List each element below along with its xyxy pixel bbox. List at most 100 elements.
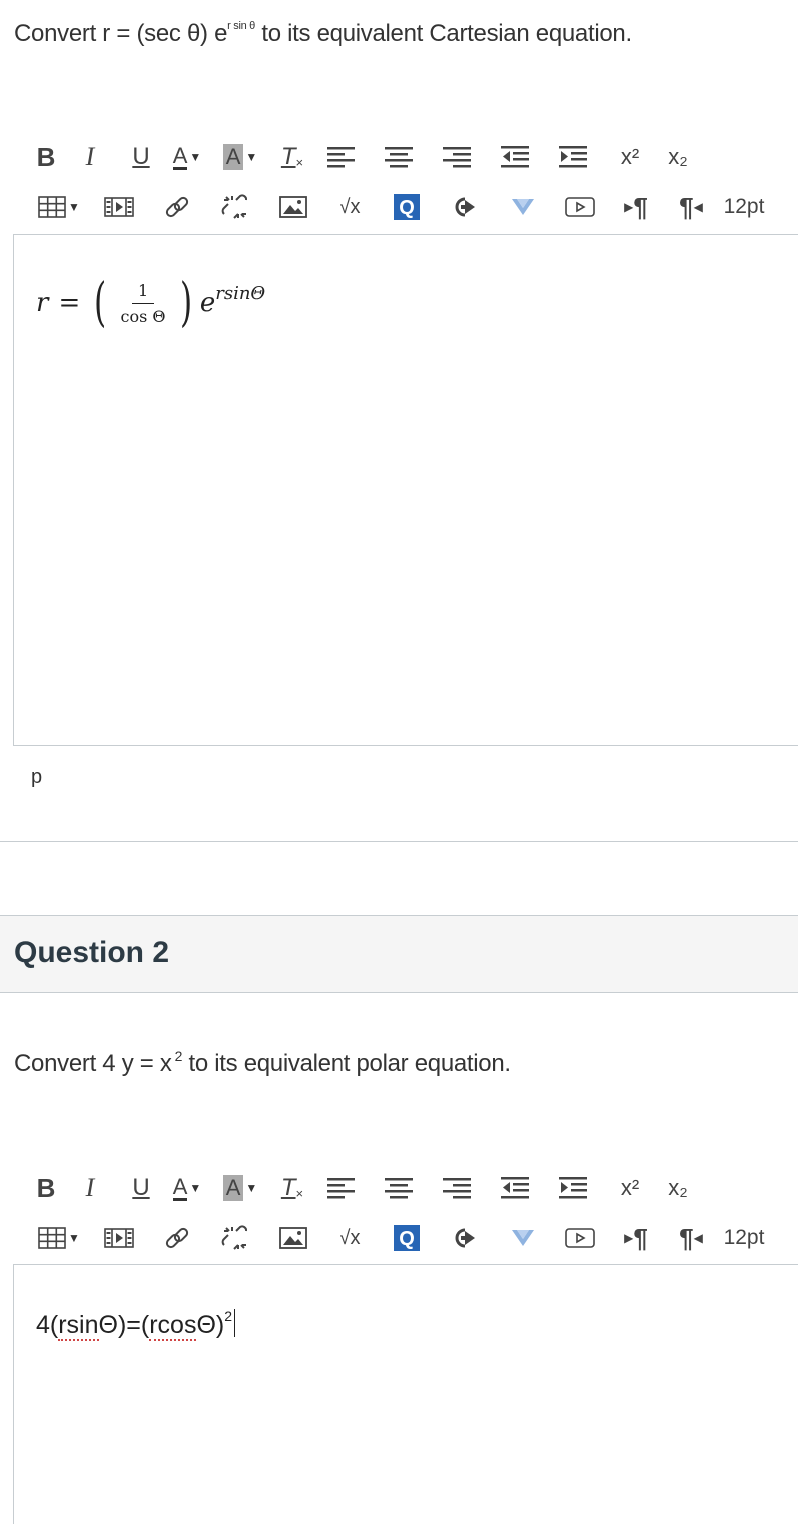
arrow-left-icon: ◀ bbox=[693, 200, 703, 214]
chevron-down-logo-icon bbox=[512, 199, 534, 215]
background-color-button[interactable]: A ▼ bbox=[208, 142, 272, 172]
link-icon bbox=[165, 196, 189, 218]
quiz-tool-button[interactable]: Q bbox=[378, 1223, 436, 1253]
prompt-text: Convert 4 y = x bbox=[14, 1050, 172, 1077]
chevron-down-icon: ▼ bbox=[245, 150, 258, 164]
pilcrow-rtl-icon: ¶ bbox=[679, 191, 694, 222]
question-title: Question 2 bbox=[14, 936, 170, 969]
bold-button[interactable]: B bbox=[28, 142, 64, 172]
arrow-right-icon: ▶ bbox=[624, 1231, 634, 1245]
superscript-button[interactable]: x² bbox=[602, 1173, 658, 1203]
pilcrow-ltr-icon: ¶ bbox=[633, 191, 648, 222]
chevron-down-icon: ▼ bbox=[68, 1231, 80, 1245]
math-base-e: e bbox=[199, 288, 216, 318]
insert-math-button[interactable]: √x bbox=[322, 192, 378, 222]
embed-video-button[interactable] bbox=[552, 1223, 608, 1253]
equation-display: r = ( 1 cos Θ ) e rsinΘ bbox=[36, 277, 265, 329]
dropdown-tool-button[interactable] bbox=[494, 192, 552, 222]
insert-link-button[interactable] bbox=[148, 1223, 206, 1253]
prompt-text-suffix: to its equivalent Cartesian equation. bbox=[254, 20, 632, 47]
font-size-select[interactable]: 12pt bbox=[718, 192, 770, 222]
background-color-icon: A bbox=[222, 144, 244, 170]
insert-math-button[interactable]: √x bbox=[322, 1223, 378, 1253]
clear-formatting-icon: T bbox=[280, 143, 296, 170]
image-icon bbox=[279, 1227, 307, 1249]
insert-link-button[interactable] bbox=[148, 192, 206, 222]
link-icon bbox=[165, 1227, 189, 1249]
font-color-icon: A bbox=[172, 1173, 188, 1201]
align-center-button[interactable] bbox=[370, 1173, 428, 1203]
font-size-select[interactable]: 12pt bbox=[718, 1223, 770, 1253]
indent-button[interactable] bbox=[544, 1173, 602, 1203]
media-button[interactable] bbox=[90, 192, 148, 222]
rtl-button[interactable]: ¶ ◀ bbox=[664, 192, 718, 222]
clear-formatting-icon: T bbox=[280, 1174, 296, 1201]
italic-button[interactable]: I bbox=[64, 1173, 116, 1203]
align-center-icon bbox=[385, 1178, 413, 1199]
chevron-down-icon: ▼ bbox=[245, 1181, 258, 1195]
arrow-right-circle-icon bbox=[455, 197, 475, 217]
ltr-button[interactable]: ▶ ¶ bbox=[608, 1223, 664, 1253]
toolbar-row-insert: ▼ √x Q ▶ ¶ ¶ ◀ 12pt bbox=[28, 1221, 770, 1255]
text-cursor bbox=[234, 1309, 236, 1337]
align-right-button[interactable] bbox=[428, 1173, 486, 1203]
answer-editor-2[interactable]: 4(rsinΘ)=(rcosΘ)2 bbox=[13, 1264, 798, 1524]
redirect-button[interactable] bbox=[436, 1223, 494, 1253]
align-right-icon bbox=[443, 1178, 471, 1199]
font-color-button[interactable]: A ▼ bbox=[166, 1173, 208, 1203]
media-button[interactable] bbox=[90, 1223, 148, 1253]
editor-path-indicator: p bbox=[31, 766, 43, 788]
background-color-button[interactable]: A ▼ bbox=[208, 1173, 272, 1203]
align-right-button[interactable] bbox=[428, 142, 486, 172]
insert-image-button[interactable] bbox=[264, 1223, 322, 1253]
dropdown-tool-button[interactable] bbox=[494, 1223, 552, 1253]
outdent-button[interactable] bbox=[486, 142, 544, 172]
svg-text:Q: Q bbox=[399, 1228, 415, 1250]
underline-button[interactable]: U bbox=[116, 1173, 166, 1203]
arrow-right-icon: ▶ bbox=[624, 200, 634, 214]
outdent-button[interactable] bbox=[486, 1173, 544, 1203]
quiz-tool-button[interactable]: Q bbox=[378, 192, 436, 222]
math-variable-r: r bbox=[36, 288, 49, 318]
align-left-button[interactable] bbox=[312, 1173, 370, 1203]
ltr-button[interactable]: ▶ ¶ bbox=[608, 192, 664, 222]
fraction: 1 cos Θ bbox=[115, 281, 172, 326]
table-icon bbox=[38, 196, 66, 218]
clear-formatting-button[interactable]: T × bbox=[272, 142, 312, 172]
answer-editor-1[interactable]: r = ( 1 cos Θ ) e rsinΘ bbox=[13, 234, 798, 746]
indent-icon bbox=[559, 146, 587, 168]
unlink-button[interactable] bbox=[206, 1223, 264, 1253]
font-color-button[interactable]: A ▼ bbox=[166, 142, 208, 172]
prompt-text: Convert r = (sec θ) e bbox=[14, 20, 228, 47]
bold-button[interactable]: B bbox=[28, 1173, 64, 1203]
svg-text:Q: Q bbox=[399, 197, 415, 219]
unlink-button[interactable] bbox=[206, 192, 264, 222]
insert-image-button[interactable] bbox=[264, 192, 322, 222]
subscript-button[interactable]: x₂ bbox=[658, 142, 698, 172]
clear-formatting-button[interactable]: T × bbox=[272, 1173, 312, 1203]
editor-toolbar-2: B I U A ▼ A ▼ T × x² x₂ ▼ √x Q ▶ ¶ ¶ ◀ 1… bbox=[28, 1171, 798, 1255]
redirect-button[interactable] bbox=[436, 192, 494, 222]
table-button[interactable]: ▼ bbox=[28, 1223, 90, 1253]
table-button[interactable]: ▼ bbox=[28, 192, 90, 222]
italic-button[interactable]: I bbox=[64, 142, 116, 172]
align-left-button[interactable] bbox=[312, 142, 370, 172]
embed-video-button[interactable] bbox=[552, 192, 608, 222]
right-paren: ) bbox=[179, 273, 192, 333]
pilcrow-rtl-icon: ¶ bbox=[679, 1222, 694, 1253]
superscript-button[interactable]: x² bbox=[602, 142, 658, 172]
rtl-button[interactable]: ¶ ◀ bbox=[664, 1223, 718, 1253]
chevron-down-icon: ▼ bbox=[68, 200, 80, 214]
divider bbox=[0, 841, 798, 842]
math-exponent: rsinΘ bbox=[215, 282, 266, 304]
question-2-prompt: Convert 4 y = x2 to its equivalent polar… bbox=[14, 1048, 511, 1078]
table-icon bbox=[38, 1227, 66, 1249]
indent-button[interactable] bbox=[544, 142, 602, 172]
align-center-button[interactable] bbox=[370, 142, 428, 172]
unlink-icon bbox=[221, 194, 248, 219]
subscript-button[interactable]: x₂ bbox=[658, 1173, 698, 1203]
underline-button[interactable]: U bbox=[116, 142, 166, 172]
toolbar-row-insert: ▼ √x Q ▶ ¶ ¶ ◀ 12pt bbox=[28, 190, 770, 224]
q-logo-icon: Q bbox=[394, 1225, 420, 1251]
align-right-icon bbox=[443, 147, 471, 168]
